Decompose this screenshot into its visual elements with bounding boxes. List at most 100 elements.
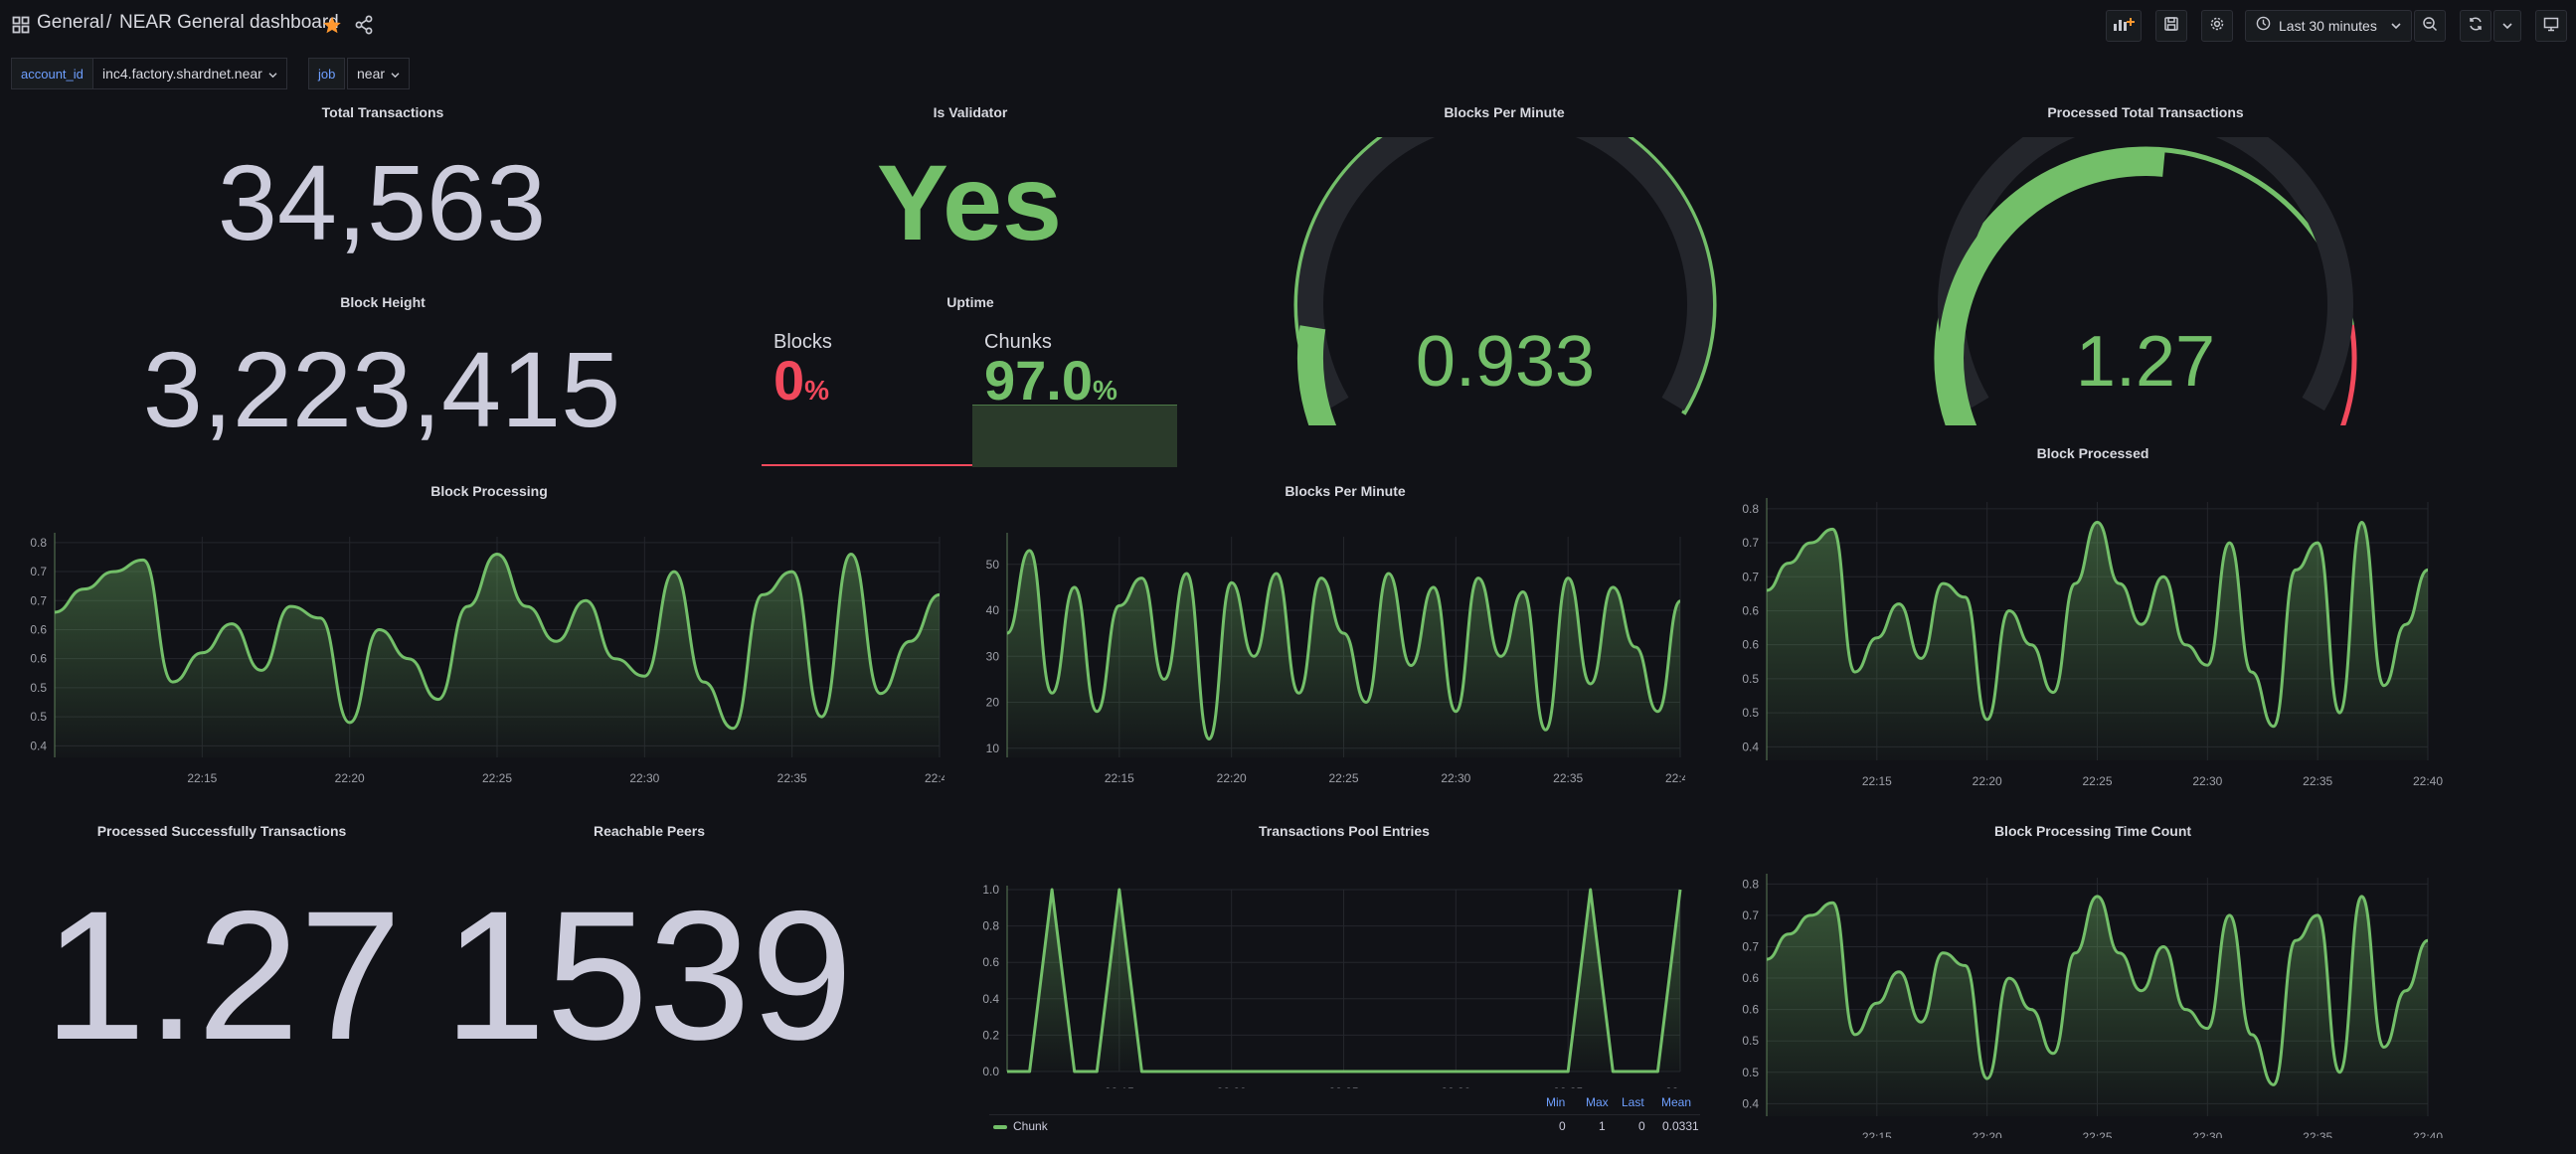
legend-header-mean[interactable]: Mean [1661, 1095, 1691, 1109]
chart-block-processing: 0.4 0.5 0.5 0.6 0.6 0.7 0.7 0.8 22:15 22:20 22:25 2… [30, 533, 945, 785]
clock-icon [2256, 16, 2271, 36]
legend-value-last: 0 [1638, 1119, 1645, 1133]
uptime-blocks-number: 0 [773, 349, 805, 412]
stat-reachable-peers: 1539 [443, 874, 853, 1078]
x-tick-label: 22:15 [1105, 771, 1134, 785]
y-tick-label: 20 [986, 696, 1000, 710]
x-tick-label: 22:20 [1973, 774, 2002, 788]
x-tick-label: 22:40 [1665, 1085, 1685, 1088]
x-tick-label: 22:40 [2413, 1130, 2443, 1138]
stat-total-transactions: 34,563 [217, 142, 547, 262]
uptime-chunks-number: 97.0 [984, 349, 1093, 412]
panel-title-processed-successfully[interactable]: Processed Successfully Transactions [97, 823, 347, 839]
uptime-blocks-sparkline [762, 464, 972, 466]
panel-title-blocks-per-minute-gauge[interactable]: Blocks Per Minute [1444, 104, 1564, 120]
x-tick-label: 22:35 [2303, 774, 2332, 788]
panel-title-block-processing-time-count[interactable]: Block Processing Time Count [1994, 823, 2191, 839]
star-icon[interactable] [322, 15, 342, 40]
x-tick-label: 22:30 [1441, 771, 1470, 785]
y-tick-label: 0.5 [30, 710, 47, 724]
save-icon [2163, 16, 2179, 37]
gauge-processed-total-transactions: 1.27 [1934, 137, 2357, 425]
x-tick-label: 22:30 [2192, 1130, 2222, 1138]
tv-mode-button[interactable] [2535, 10, 2567, 42]
refresh-interval-dropdown[interactable] [2493, 10, 2521, 42]
variable-label-job: job [308, 58, 346, 89]
variable-select-job[interactable]: near [347, 58, 411, 89]
x-tick-label: 22:25 [2082, 774, 2112, 788]
uptime-chunks-unit: % [1093, 375, 1117, 406]
zoom-out-icon [2422, 16, 2438, 37]
y-tick-label: 0.8 [1742, 877, 1759, 891]
y-tick-label: 0.8 [982, 919, 999, 933]
dashboard-title[interactable]: NEAR General dashboard [119, 12, 339, 34]
gauge-value-arc [1297, 325, 1337, 425]
y-tick-label: 0.6 [30, 622, 47, 636]
panel-title-total-transactions[interactable]: Total Transactions [322, 104, 444, 120]
save-dashboard-button[interactable] [2155, 10, 2187, 42]
y-tick-label: 0.7 [1742, 939, 1759, 953]
y-tick-label: 0.7 [30, 593, 47, 607]
dashboard-settings-button[interactable] [2201, 10, 2233, 42]
y-tick-label: 0.4 [1742, 1096, 1759, 1110]
y-tick-label: 0.5 [1742, 672, 1759, 686]
chevron-down-icon [2502, 17, 2512, 35]
breadcrumb-folder[interactable]: General [37, 12, 104, 34]
panel-title-reachable-peers[interactable]: Reachable Peers [594, 823, 705, 839]
x-tick-label: 22:15 [1862, 774, 1892, 788]
panel-title-block-processing[interactable]: Block Processing [430, 483, 548, 499]
y-tick-label: 0.5 [1742, 1034, 1759, 1048]
panel-title-processed-total-transactions[interactable]: Processed Total Transactions [2047, 104, 2243, 120]
stat-is-validator: Yes [876, 142, 1063, 262]
x-tick-label: 22:25 [1328, 1085, 1358, 1088]
apps-grid-icon[interactable] [12, 16, 30, 39]
y-tick-label: 40 [986, 603, 1000, 617]
x-tick-label: 22:35 [1553, 771, 1583, 785]
time-range-label: Last 30 minutes [2279, 18, 2377, 34]
variable-select-account-id[interactable]: inc4.factory.shardnet.near [92, 58, 287, 89]
y-tick-label: 0.6 [1742, 638, 1759, 652]
variable-label-account-id: account_id [11, 58, 93, 89]
variable-value-account-id: inc4.factory.shardnet.near [102, 66, 262, 82]
panel-title-block-processed[interactable]: Block Processed [2037, 445, 2149, 461]
x-tick-label: 22:30 [629, 771, 659, 785]
y-tick-label: 30 [986, 649, 1000, 663]
uptime-chunks-value: 97.0% [984, 353, 1117, 409]
y-tick-label: 0.7 [30, 565, 47, 578]
legend-header-max[interactable]: Max [1586, 1095, 1609, 1109]
add-panel-button[interactable] [2106, 10, 2142, 42]
x-tick-label: 22:40 [925, 771, 945, 785]
time-range-picker[interactable]: Last 30 minutes [2245, 10, 2412, 42]
add-panel-icon [2113, 16, 2135, 37]
panel-title-is-validator[interactable]: Is Validator [934, 104, 1008, 120]
y-tick-label: 10 [986, 742, 1000, 755]
chart-block-processing-time-count: 0.4 0.5 0.5 0.6 0.6 0.7 0.7 0.8 22:15 22:20 22:25 2… [1742, 874, 2443, 1138]
panel-title-blocks-per-minute-ts[interactable]: Blocks Per Minute [1285, 483, 1405, 499]
legend-header-last[interactable]: Last [1622, 1095, 1644, 1109]
monitor-icon [2543, 16, 2559, 37]
x-tick-label: 22:35 [1553, 1085, 1583, 1088]
y-tick-label: 0.7 [1742, 570, 1759, 583]
panel-title-block-height[interactable]: Block Height [340, 294, 426, 310]
legend-header-min[interactable]: Min [1546, 1095, 1565, 1109]
gauge-value-text: 1.27 [2076, 322, 2215, 402]
tx-pool-legend: Min Max Last Mean Chunk 0 1 0 0.0331 [989, 1093, 1700, 1143]
top-navbar: General / NEAR General dashboard Last 30… [0, 0, 2576, 50]
x-tick-label: 22:15 [187, 771, 217, 785]
y-tick-label: 0.0 [982, 1065, 999, 1078]
gauge-blocks-per-minute: 0.933 [1293, 137, 1717, 425]
refresh-button[interactable] [2460, 10, 2491, 42]
legend-value-min: 0 [1559, 1119, 1566, 1133]
y-tick-label: 0.6 [30, 652, 47, 666]
legend-value-mean: 0.0331 [1662, 1119, 1699, 1133]
panel-title-uptime[interactable]: Uptime [946, 294, 993, 310]
x-tick-label: 22:20 [335, 771, 365, 785]
legend-series-name[interactable]: Chunk [1013, 1119, 1048, 1133]
x-tick-label: 22:40 [1665, 771, 1685, 785]
zoom-out-button[interactable] [2414, 10, 2446, 42]
share-icon[interactable] [355, 15, 373, 40]
panel-title-tx-pool[interactable]: Transactions Pool Entries [1259, 823, 1430, 839]
variable-value-job: near [357, 66, 386, 82]
uptime-blocks-unit: % [804, 375, 830, 406]
y-tick-label: 0.6 [982, 955, 999, 969]
